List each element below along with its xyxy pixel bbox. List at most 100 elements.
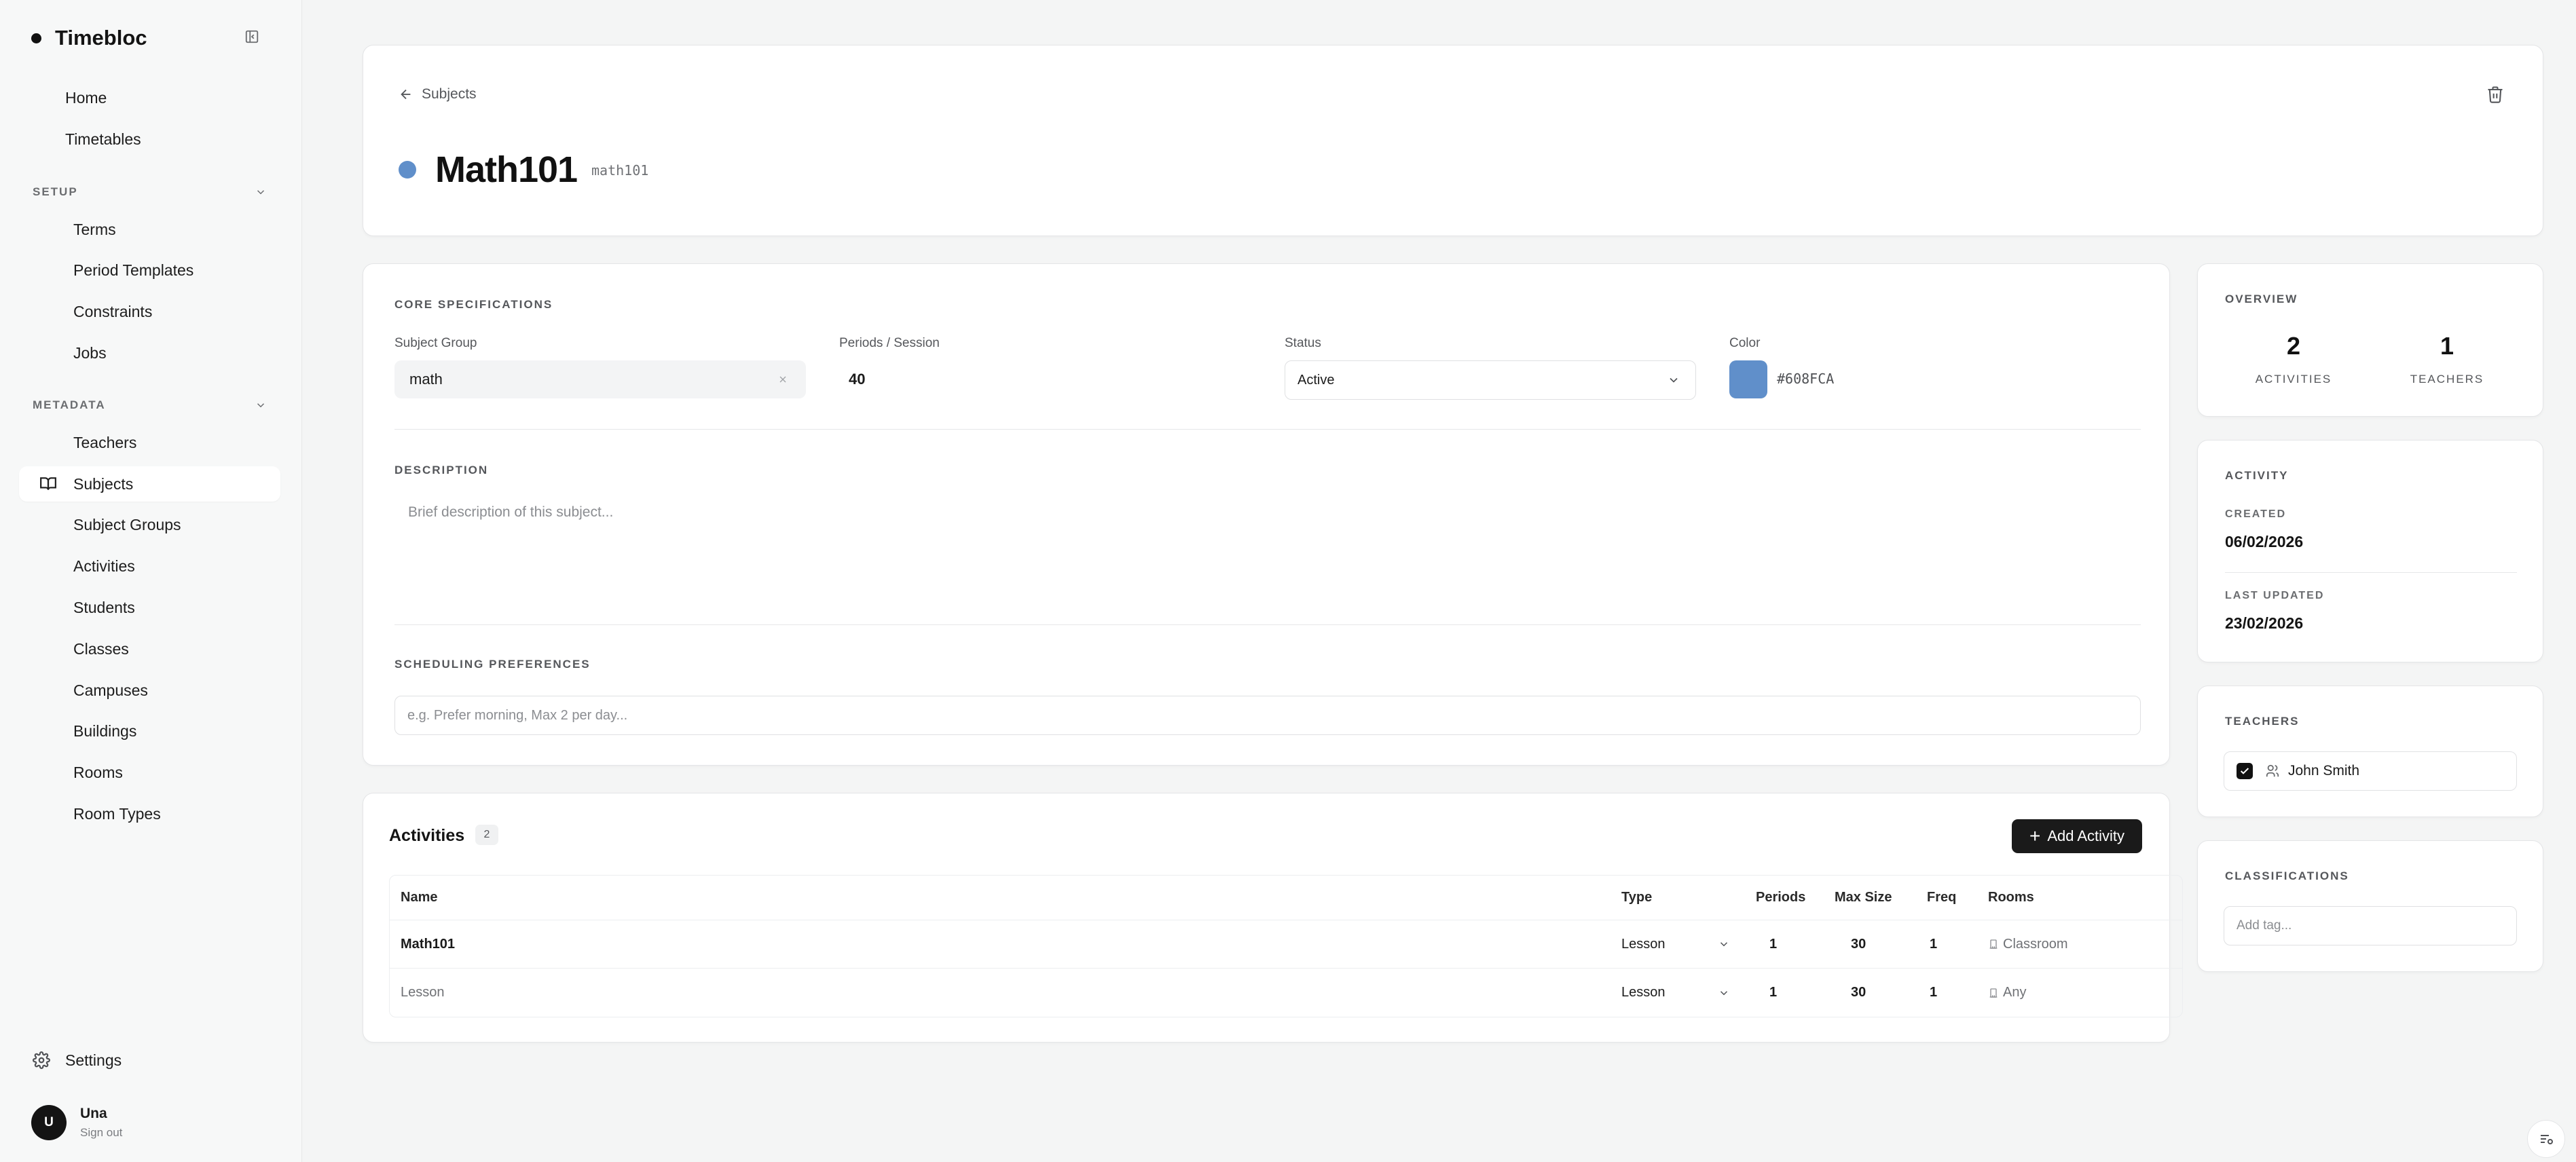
sidebar-item-home[interactable]: Home [19,80,280,115]
scheduling-preferences-input[interactable]: e.g. Prefer morning, Max 2 per day... [394,696,2141,735]
back-label: Subjects [422,86,477,102]
classifications-title: CLASSIFICATIONS [2225,869,2349,882]
overview-activities-count: 2 [2286,332,2301,360]
activity-type-select[interactable]: Lesson [1621,969,1730,1017]
sidebar-item-label: Activities [73,557,135,575]
activity-periods[interactable]: 1 [1769,920,1777,968]
users-icon [2266,764,2279,777]
activity-name[interactable]: Math101 [401,920,455,968]
sidebar-item-label: Timetables [65,130,141,148]
overview-title: OVERVIEW [2225,293,2298,305]
sidebar-item-jobs[interactable]: Jobs [19,335,280,371]
column-header-rooms[interactable]: Rooms [1988,876,2034,920]
sidebar-item-classes[interactable]: Classes [19,631,280,667]
column-header-freq[interactable]: Freq [1927,876,1956,920]
sidebar-item-period-templates[interactable]: Period Templates [19,252,280,288]
sidebar-item-teachers[interactable]: Teachers [19,425,280,460]
teachers-card: TEACHERS John Smith [2197,686,2543,817]
sidebar-item-settings[interactable]: Settings [33,1048,122,1072]
periods-value: 40 [849,371,866,388]
clear-icon[interactable] [777,374,788,385]
sidebar-item-timetables[interactable]: Timetables [19,121,280,157]
activity-freq[interactable]: 1 [1930,920,1937,968]
filter-settings-button[interactable] [2527,1120,2565,1158]
sidebar-item-constraints[interactable]: Constraints [19,294,280,329]
activity-periods[interactable]: 1 [1769,969,1777,1017]
sidebar-item-rooms[interactable]: Rooms [19,755,280,790]
column-header-periods[interactable]: Periods [1756,876,1805,920]
subject-group-value: math [409,371,443,388]
chevron-down-icon [1670,377,1678,383]
column-header-max-size[interactable]: Max Size [1835,876,1892,920]
sidebar-item-room-types[interactable]: Room Types [19,796,280,831]
activities-count-badge: 2 [475,825,498,845]
sidebar: Timebloc Home Timetables SETUP Terms Per… [0,0,302,1162]
building-icon [1989,939,1998,949]
subject-group-select[interactable]: math [394,360,806,398]
sidebar-item-campuses[interactable]: Campuses [19,673,280,708]
periods-input[interactable]: 40 [839,360,1251,398]
sidebar-item-label: Constraints [73,302,153,320]
sign-out-link[interactable]: Sign out [80,1126,122,1140]
activity-rooms[interactable]: Any [1988,969,2026,1017]
sidebar-item-label: Jobs [73,343,107,362]
sidebar-item-subject-groups[interactable]: Subject Groups [19,507,280,542]
sidebar-section-setup[interactable]: SETUP [33,182,267,202]
overview-teachers-count: 1 [2440,332,2454,360]
teacher-item[interactable]: John Smith [2224,751,2517,791]
sidebar-item-buildings[interactable]: Buildings [19,713,280,749]
activity-max-size[interactable]: 30 [1851,969,1866,1017]
activity-type-value: Lesson [1621,936,1666,952]
classifications-card: CLASSIFICATIONS Add tag... [2197,840,2543,972]
divider [394,429,2141,430]
delete-subject-button[interactable] [2486,85,2505,104]
activities-table: Name Type Periods Max Size Freq Rooms Ma… [389,875,2183,1017]
activity-rooms-value: Any [2003,985,2027,1000]
activity-rooms[interactable]: Classroom [1988,920,2068,968]
sidebar-section-metadata[interactable]: METADATA [33,395,267,415]
table-row[interactable]: Lesson Lesson 1 30 1 Any [390,969,2182,1017]
sidebar-item-label: Subjects [73,474,134,493]
sidebar-item-label: Buildings [73,721,137,740]
chevron-down-icon [257,190,265,195]
table-row[interactable]: Math101 Lesson 1 30 1 Classroom [390,920,2182,969]
activity-type-value: Lesson [1621,985,1666,1000]
activity-type-select[interactable]: Lesson [1621,920,1730,968]
sidebar-item-activities[interactable]: Activities [19,548,280,584]
column-header-type[interactable]: Type [1621,876,1730,920]
add-tag-input[interactable]: Add tag... [2224,906,2517,945]
chevron-down-icon [257,403,265,408]
chevron-down-icon [1720,942,1728,947]
status-select[interactable]: Active [1285,360,1696,400]
teacher-checkbox[interactable] [2237,763,2253,779]
column-header-name[interactable]: Name [401,876,437,920]
sidebar-item-students[interactable]: Students [19,590,280,625]
table-header-row: Name Type Periods Max Size Freq Rooms [390,876,2182,920]
sidebar-toggle-icon[interactable] [242,27,261,46]
plus-icon: + [2029,825,2041,846]
color-swatch[interactable] [1729,360,1767,398]
sidebar-item-label: Campuses [73,681,148,699]
brand[interactable]: Timebloc [31,23,147,53]
activity-max-size[interactable]: 30 [1851,920,1866,968]
description-title: DESCRIPTION [394,464,489,476]
chevron-down-icon [1720,990,1728,995]
trash-icon [2488,86,2503,103]
overview-card: OVERVIEW 2 ACTIVITIES 1 TEACHERS [2197,263,2543,417]
back-to-subjects-link[interactable]: Subjects [399,86,477,102]
description-textarea[interactable]: Brief description of this subject... [394,499,2141,601]
avatar: U [31,1105,67,1140]
sidebar-item-label: Subject Groups [73,515,181,533]
section-title: SETUP [33,185,78,198]
teacher-name: John Smith [2288,763,2360,779]
book-open-icon [40,477,56,490]
add-activity-button[interactable]: + Add Activity [2012,819,2142,853]
sidebar-item-terms[interactable]: Terms [19,212,280,247]
activity-freq[interactable]: 1 [1930,969,1937,1017]
color-hex-value[interactable]: #608FCA [1777,371,1834,387]
sidebar-item-subjects[interactable]: Subjects [19,466,280,502]
add-tag-placeholder: Add tag... [2237,918,2292,933]
created-date: 06/02/2026 [2225,533,2304,550]
activity-name[interactable]: Lesson [401,969,445,1017]
user-profile[interactable]: U Una Sign out [31,1105,122,1140]
